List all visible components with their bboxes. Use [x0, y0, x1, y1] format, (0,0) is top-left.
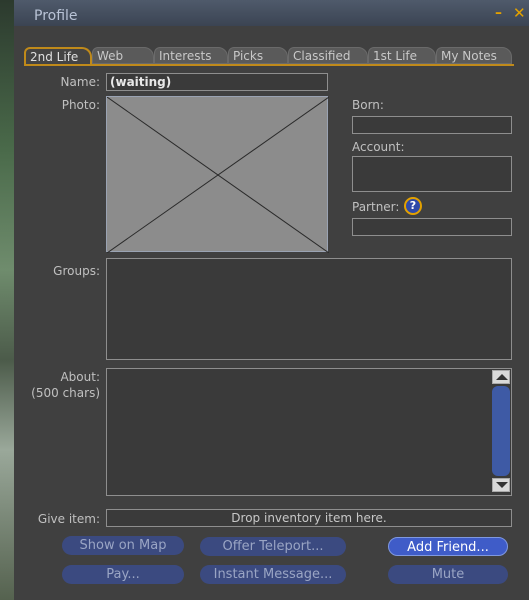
photo-missing-icon [107, 97, 329, 253]
give-item-label: Give item: [37, 512, 100, 526]
tab-picks[interactable]: Picks [228, 47, 288, 64]
tab-divider [24, 64, 514, 66]
close-icon[interactable]: ✕ [513, 6, 527, 21]
scroll-thumb[interactable] [492, 386, 510, 476]
background-scenery [0, 0, 14, 600]
offer-teleport-button[interactable]: Offer Teleport... [200, 537, 346, 556]
about-char-limit: (500 chars) [31, 386, 100, 400]
photo-label: Photo: [61, 98, 100, 112]
show-on-map-button[interactable]: Show on Map [62, 536, 184, 555]
about-textarea[interactable] [106, 368, 512, 496]
tab-1st-life[interactable]: 1st Life [368, 47, 436, 64]
photo-placeholder[interactable] [106, 96, 329, 253]
tab-web[interactable]: Web [92, 47, 154, 64]
partner-field [352, 218, 512, 236]
tab-2nd-life[interactable]: 2nd Life [24, 47, 92, 65]
profile-window: Profile – ✕ 2nd Life Web Interests Picks… [14, 0, 529, 600]
mute-button[interactable]: Mute [388, 565, 508, 584]
pay-button[interactable]: Pay... [62, 565, 184, 584]
add-friend-button[interactable]: Add Friend... [388, 537, 508, 556]
born-field [352, 116, 512, 134]
groups-label: Groups: [53, 264, 100, 278]
about-label: About: [60, 370, 100, 384]
account-field [352, 156, 512, 192]
partner-label: Partner: [352, 200, 400, 214]
name-label: Name: [60, 75, 100, 89]
window-title: Profile [34, 8, 78, 24]
tab-interests[interactable]: Interests [154, 47, 228, 64]
help-icon[interactable]: ? [404, 197, 422, 215]
born-label: Born: [352, 98, 384, 112]
tab-my-notes[interactable]: My Notes [436, 47, 512, 64]
instant-message-button[interactable]: Instant Message... [200, 565, 346, 584]
scroll-up-icon[interactable] [492, 370, 510, 384]
groups-list[interactable] [106, 258, 512, 360]
account-label: Account: [352, 140, 405, 154]
title-bar[interactable]: Profile – ✕ [14, 0, 529, 26]
scroll-down-icon[interactable] [492, 478, 510, 492]
name-value: (waiting) [110, 75, 172, 89]
give-item-drop-text: Drop inventory item here. [231, 511, 387, 525]
minimize-icon[interactable]: – [495, 6, 507, 20]
about-scrollbar[interactable] [492, 370, 512, 494]
tab-classified[interactable]: Classified [288, 47, 368, 64]
